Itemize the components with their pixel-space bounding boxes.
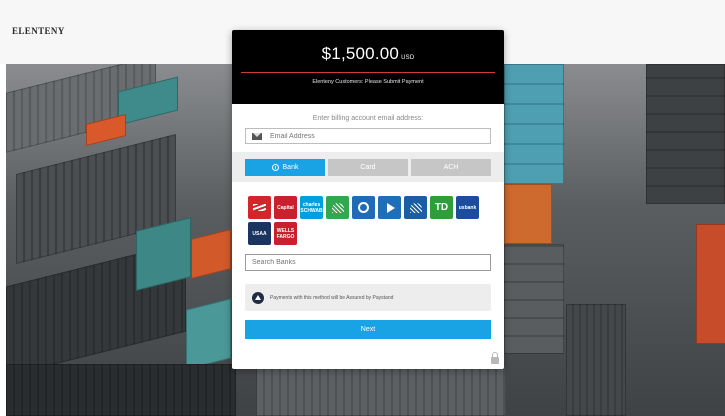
search-banks-input[interactable] — [252, 259, 490, 266]
currency-code: USD — [401, 55, 415, 61]
assurance-notice: Payments with this method will be Assure… — [245, 284, 491, 311]
wells-fargo-label: WELLS FARGO — [276, 227, 295, 240]
container-stack — [6, 364, 236, 416]
bank-of-america-logo[interactable] — [248, 196, 271, 219]
tab-ach[interactable]: ACH — [411, 158, 491, 176]
assurance-text: Payments with this method will be Assure… — [270, 294, 394, 301]
td-bank-logo[interactable]: TD — [430, 196, 453, 219]
us-bank-logo[interactable]: usbank — [456, 196, 479, 219]
payment-amount: $1,500.00 USD — [232, 44, 504, 64]
play-icon — [386, 202, 395, 213]
charles-schwab-logo[interactable]: charles SCHWAB — [300, 196, 323, 219]
payment-subtitle: Elenteny Customers: Please Submit Paymen… — [312, 79, 424, 85]
email-field[interactable] — [245, 128, 491, 144]
tree-icon — [331, 202, 344, 213]
container-stack — [566, 304, 626, 416]
capital-one-logo[interactable]: Capital — [274, 196, 297, 219]
citizens-logo[interactable] — [326, 196, 349, 219]
tab-card-label: Card — [360, 163, 376, 171]
bank-of-america-flag-icon — [253, 204, 266, 211]
email-label: Enter billing account email address: — [312, 115, 424, 122]
globe-bank-logo[interactable] — [352, 196, 375, 219]
td-label: TD — [434, 201, 449, 213]
usaa-logo[interactable]: USAA — [248, 222, 271, 245]
capital-one-label: Capital — [277, 204, 294, 211]
payment-method-tabs: Bank Card ACH — [232, 152, 504, 182]
fan-icon — [409, 202, 422, 213]
charles-schwab-label: charles SCHWAB — [300, 201, 323, 214]
payment-modal: $1,500.00 USD Elenteny Customers: Please … — [232, 30, 504, 369]
container-stack — [191, 229, 231, 279]
email-input[interactable] — [270, 132, 490, 140]
lock-icon — [491, 352, 499, 364]
company-logo: ELENTENY — [12, 26, 65, 36]
usaa-label: USAA — [252, 230, 267, 237]
play-bank-logo[interactable] — [378, 196, 401, 219]
container-stack — [504, 244, 564, 354]
container-stack — [504, 184, 552, 244]
search-banks-field[interactable] — [245, 254, 491, 271]
container-stack — [504, 64, 564, 184]
bank-grid: Capital charles SCHWAB TD usbank USAA WE… — [248, 196, 489, 245]
us-bank-label: usbank — [458, 204, 477, 211]
fan-bank-logo[interactable] — [404, 196, 427, 219]
amount-value: $1,500.00 — [321, 44, 400, 63]
tab-bank[interactable]: Bank — [245, 158, 325, 176]
tab-bank-label: Bank — [282, 163, 299, 171]
container-stack — [646, 64, 725, 204]
container-stack — [256, 364, 506, 416]
tab-card[interactable]: Card — [328, 158, 408, 176]
next-button[interactable]: Next — [245, 320, 491, 339]
paystand-icon — [252, 291, 264, 304]
tab-ach-label: ACH — [443, 163, 459, 171]
wells-fargo-logo[interactable]: WELLS FARGO — [274, 222, 297, 245]
bank-icon — [271, 163, 279, 171]
container-stack — [696, 224, 725, 344]
payment-header: $1,500.00 USD Elenteny Customers: Please … — [232, 30, 504, 104]
container-stack — [186, 298, 231, 370]
header-divider — [241, 72, 495, 73]
globe-icon — [358, 202, 369, 213]
envelope-icon — [252, 132, 262, 140]
